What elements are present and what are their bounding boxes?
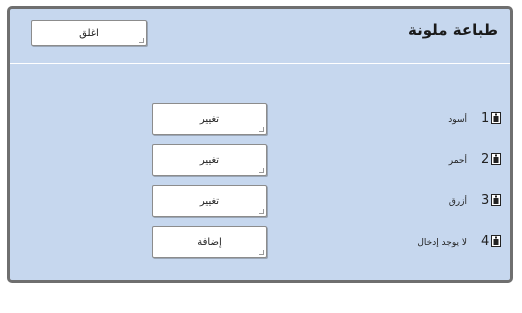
change-button-3[interactable]: تغيير	[152, 185, 267, 217]
ink-cartridge-icon	[491, 112, 501, 124]
change-button-1-label: تغيير	[199, 113, 220, 125]
change-button-1[interactable]: تغيير	[152, 103, 267, 135]
change-button-2[interactable]: تغيير	[152, 144, 267, 176]
ink-cartridge-icon	[491, 153, 501, 165]
button-corner-mark	[259, 168, 264, 173]
color-name-4: لا يوجد إدخال	[417, 238, 467, 248]
change-button-2-label: تغيير	[199, 154, 220, 166]
page-title: طباعة ملونة	[408, 21, 498, 39]
dialog-header: طباعة ملونة اغلق	[10, 9, 510, 64]
add-button-4[interactable]: إضافة	[152, 226, 267, 258]
color-name-3: أزرق	[448, 197, 467, 207]
button-corner-mark	[259, 127, 264, 132]
close-button-label: اغلق	[79, 27, 99, 39]
button-corner-mark	[259, 209, 264, 214]
ink-cartridge-icon	[491, 235, 501, 247]
color-name-2: أحمر	[448, 156, 467, 166]
ink-cartridge-icon	[491, 194, 501, 206]
add-button-4-label: إضافة	[197, 236, 222, 248]
drum-number-4: 4	[481, 234, 490, 249]
button-corner-mark	[139, 38, 144, 43]
drum-number-3: 3	[481, 193, 490, 208]
color-print-dialog: طباعة ملونة اغلق تغيير أسود 1 تغيير أحمر…	[7, 6, 513, 283]
drum-number-2: 2	[481, 152, 490, 167]
close-button[interactable]: اغلق	[31, 20, 147, 46]
button-corner-mark	[259, 250, 264, 255]
color-name-1: أسود	[448, 115, 467, 125]
drum-number-1: 1	[481, 111, 490, 126]
change-button-3-label: تغيير	[199, 195, 220, 207]
